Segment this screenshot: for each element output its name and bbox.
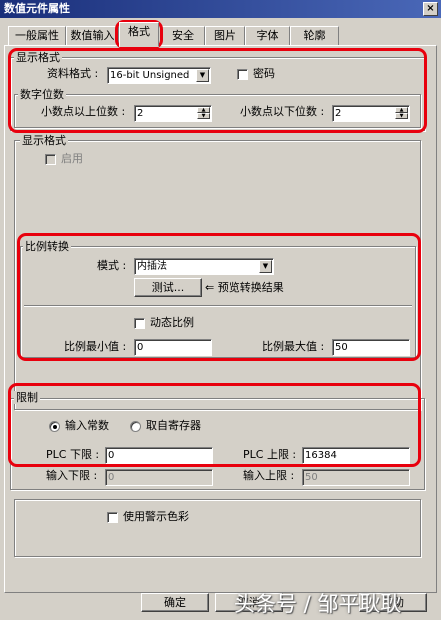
data-format-select[interactable]: 16-bit Unsigned ▼ — [107, 67, 211, 84]
digits-below-spinner[interactable]: 2 ▲ ▼ — [332, 105, 410, 122]
tab-font[interactable]: 字体 — [245, 26, 290, 46]
input-high-field: 50 — [302, 469, 410, 486]
warning-color-label: 使用警示色彩 — [123, 510, 189, 523]
close-icon: × — [426, 3, 435, 14]
password-checkbox[interactable] — [237, 69, 248, 80]
close-button[interactable]: × — [423, 2, 438, 16]
scale-max-input[interactable]: 50 — [332, 339, 410, 356]
scale-min-input[interactable]: 0 — [134, 339, 212, 356]
display-format-title: 显示格式 — [14, 51, 62, 64]
input-low-field: 0 — [105, 469, 213, 486]
input-high-label: 输入上限 : — [243, 469, 295, 482]
input-low-label: 输入下限 : — [46, 469, 98, 482]
tab-security[interactable]: 安全 — [161, 26, 205, 46]
plc-low-label: PLC 下限 : — [46, 448, 100, 461]
preview-result-label: ⇐ 预览转换结果 — [205, 281, 284, 294]
ok-button[interactable]: 确定 — [141, 593, 209, 612]
plc-high-label: PLC 上限 : — [243, 448, 297, 461]
digits-below-label: 小数点以下位数 : — [240, 105, 325, 118]
chevron-down-icon[interactable]: ▼ — [196, 69, 209, 82]
password-label: 密码 — [253, 67, 275, 80]
digits-title: 数字位数 — [18, 88, 66, 101]
warning-color-checkbox[interactable] — [107, 512, 118, 523]
window-title: 数值元件属性 — [0, 0, 441, 18]
digits-above-spinner[interactable]: 2 ▲ ▼ — [134, 105, 212, 122]
tab-outline[interactable]: 轮廓 — [290, 26, 339, 46]
chevron-down-icon[interactable]: ▼ — [259, 260, 272, 273]
watermark-text: 头条号 / 邹平耿耿 — [234, 592, 402, 616]
spinner-arrows-icon[interactable]: ▲ ▼ — [197, 107, 210, 120]
spinner-arrows-icon[interactable]: ▲ ▼ — [395, 107, 408, 120]
scaling-title: 比例转换 — [23, 240, 71, 253]
digits-above-label: 小数点以上位数 : — [41, 105, 126, 118]
digits-above-value: 2 — [137, 108, 144, 119]
test-button[interactable]: 测试... — [134, 278, 202, 297]
dynamic-scaling-checkbox[interactable] — [134, 318, 145, 329]
radio-input-constant[interactable] — [49, 421, 60, 432]
digits-below-value: 2 — [335, 108, 342, 119]
mode-label: 模式 : — [97, 259, 127, 272]
limits-title: 限制 — [14, 391, 40, 404]
numeric-element-properties-dialog: 数值元件属性 × 一般属性 数值输入 格式 安全 图片 字体 轮廓 显示格式 资… — [0, 0, 441, 620]
tab-picture[interactable]: 图片 — [205, 26, 245, 46]
mode-select[interactable]: 内插法 ▼ — [134, 258, 274, 275]
display-format-2-title: 显示格式 — [20, 134, 68, 147]
plc-low-input[interactable]: 0 — [105, 447, 213, 464]
enable-label: 启用 — [61, 152, 83, 165]
scale-min-label: 比例最小值 : — [64, 340, 127, 353]
data-format-label: 资料格式 : — [47, 67, 99, 80]
tab-numeric-input[interactable]: 数值输入 — [66, 26, 119, 46]
scale-max-label: 比例最大值 : — [262, 340, 325, 353]
tab-format[interactable]: 格式 — [119, 22, 159, 47]
input-constant-label: 输入常数 — [65, 419, 109, 432]
dynamic-scaling-label: 动态比例 — [150, 316, 194, 329]
from-register-label: 取自寄存器 — [146, 419, 201, 432]
warning-color-group — [14, 499, 421, 557]
scaling-separator — [24, 305, 412, 307]
radio-from-register[interactable] — [130, 421, 141, 432]
mode-value: 内插法 — [137, 261, 167, 272]
data-format-value: 16-bit Unsigned — [110, 70, 190, 81]
plc-high-input[interactable]: 16384 — [302, 447, 410, 464]
enable-checkbox[interactable] — [45, 154, 56, 165]
tab-general[interactable]: 一般属性 — [8, 26, 66, 46]
